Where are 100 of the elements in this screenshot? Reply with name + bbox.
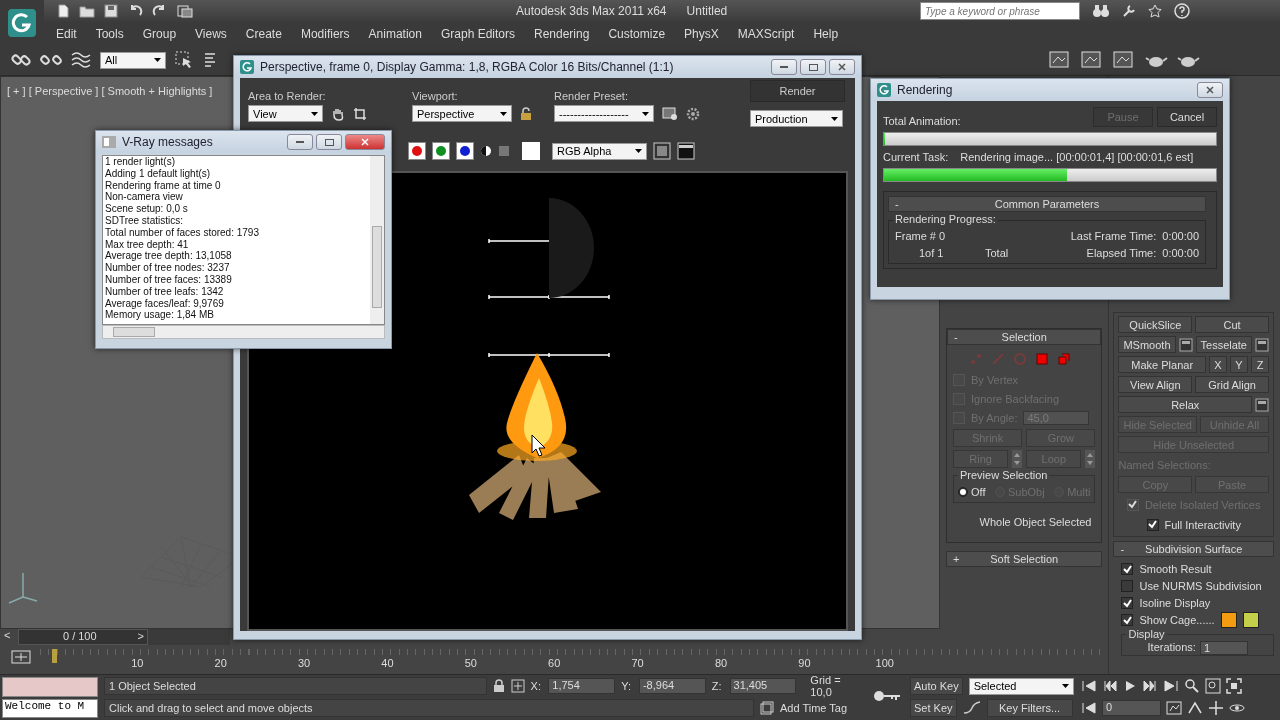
- previous-frame-icon[interactable]: [1102, 680, 1118, 692]
- color-swatch[interactable]: [522, 142, 540, 160]
- menu-item[interactable]: Rendering: [526, 26, 598, 41]
- channel-toggle-button[interactable]: [456, 142, 474, 160]
- folder-icon[interactable]: [79, 4, 95, 18]
- zoom-extents-icon[interactable]: [1226, 678, 1242, 694]
- menu-item[interactable]: Customize: [600, 26, 674, 41]
- menu-item[interactable]: Views: [187, 26, 235, 41]
- checkbox[interactable]: [1121, 597, 1134, 609]
- time-slider-thumb[interactable]: 0 / 100 >: [18, 629, 148, 645]
- rollout-header[interactable]: - Common Parameters: [888, 196, 1206, 212]
- go-to-end-icon[interactable]: [1163, 680, 1179, 692]
- menu-item[interactable]: PhysX: [676, 26, 727, 41]
- iterations-spinner[interactable]: 1: [1199, 641, 1248, 655]
- key-mode-dropdown[interactable]: Selected: [968, 677, 1074, 695]
- help-icon[interactable]: [1174, 3, 1190, 19]
- wave-icon[interactable]: [70, 49, 92, 71]
- viewport-label[interactable]: [ + ] [ Perspective ] [ Smooth + Highlights ]: [7, 85, 213, 97]
- search-field[interactable]: Type a keyword or phrase: [920, 2, 1080, 20]
- cursor-icon[interactable]: [174, 50, 194, 70]
- new-file-icon[interactable]: [56, 4, 70, 18]
- binoculars-icon[interactable]: [1092, 4, 1110, 18]
- time-config-icon[interactable]: [1166, 701, 1182, 715]
- minimize-button[interactable]: [771, 59, 797, 75]
- channel-toggle-button[interactable]: [408, 142, 426, 160]
- current-frame-field[interactable]: 0: [1102, 700, 1161, 716]
- key-mode-icon[interactable]: [10, 649, 32, 665]
- panel-button[interactable]: Grid Align: [1195, 376, 1269, 393]
- panel-button[interactable]: Cut: [1195, 316, 1269, 333]
- element-icon[interactable]: [1057, 352, 1071, 366]
- render-setup-icon[interactable]: [1048, 49, 1072, 71]
- padlock-icon[interactable]: [520, 106, 532, 121]
- menu-item[interactable]: Tools: [87, 26, 132, 41]
- render-button[interactable]: Render: [750, 80, 845, 102]
- vertical-scrollbar[interactable]: [370, 156, 384, 324]
- previous-frame-button[interactable]: <: [4, 629, 14, 645]
- panel-button[interactable]: View Align: [1118, 376, 1193, 393]
- time-slider-track[interactable]: 0 / 100 >: [18, 629, 230, 645]
- play-icon[interactable]: [1123, 680, 1137, 692]
- next-frame-icon[interactable]: [1142, 680, 1158, 692]
- radio-button[interactable]: [958, 487, 968, 497]
- channel-toggle-button[interactable]: [432, 142, 450, 160]
- project-folder-icon[interactable]: [177, 4, 193, 18]
- menu-item[interactable]: Modifiers: [292, 26, 358, 41]
- panel-button[interactable]: QuickSlice: [1118, 316, 1193, 333]
- render-setup-icon[interactable]: [1080, 49, 1104, 71]
- settings-box-icon[interactable]: [1255, 396, 1269, 413]
- star-icon[interactable]: [1148, 4, 1162, 18]
- close-button[interactable]: [829, 59, 855, 75]
- cancel-button[interactable]: Cancel: [1157, 107, 1217, 127]
- spinner-arrows-icon[interactable]: [1085, 450, 1096, 468]
- menu-item[interactable]: Help: [805, 26, 847, 41]
- rollout-header[interactable]: - Selection: [947, 329, 1102, 345]
- render-preset-dropdown[interactable]: -------------------: [554, 105, 654, 122]
- menu-item[interactable]: Edit: [48, 26, 85, 41]
- color-swatch[interactable]: [1220, 612, 1237, 628]
- maximize-button[interactable]: [316, 134, 342, 150]
- rollout-header[interactable]: - Subdivision Surface: [1113, 541, 1274, 557]
- time-tag-icon[interactable]: [760, 701, 774, 715]
- panel-button[interactable]: Y: [1230, 356, 1248, 373]
- settings-box-icon[interactable]: [1178, 336, 1193, 353]
- listener-field[interactable]: Welcome to M: [2, 698, 98, 718]
- horizontal-scrollbar[interactable]: [102, 325, 385, 339]
- panel-button[interactable]: X: [1209, 356, 1227, 373]
- field-of-view-icon[interactable]: [1187, 701, 1203, 715]
- render-mode-dropdown[interactable]: Production: [750, 110, 843, 127]
- save-icon[interactable]: [104, 4, 118, 18]
- coordinate-field[interactable]: -8,964: [638, 678, 706, 694]
- settings-box-icon[interactable]: [1255, 336, 1269, 353]
- lock-icon[interactable]: [492, 679, 505, 693]
- area-dropdown[interactable]: View: [248, 105, 323, 122]
- render-setup-icon[interactable]: [1112, 49, 1136, 71]
- key-filters-button[interactable]: Key Filters...: [986, 699, 1073, 717]
- key-icon[interactable]: [872, 689, 902, 703]
- tangent-icon[interactable]: [962, 701, 981, 715]
- crop-icon[interactable]: [353, 106, 367, 121]
- panel-button[interactable]: Relax: [1118, 396, 1252, 413]
- transform-mode-icon[interactable]: [510, 679, 525, 693]
- checkbox[interactable]: [1146, 518, 1159, 531]
- menu-item[interactable]: Animation: [360, 26, 430, 41]
- color-swatch[interactable]: [1242, 612, 1259, 628]
- wrench-icon[interactable]: [1122, 4, 1136, 18]
- menu-item[interactable]: MAXScript: [729, 26, 803, 41]
- close-button[interactable]: [1197, 82, 1223, 98]
- pan-icon[interactable]: [1208, 700, 1224, 716]
- set-key-button[interactable]: Set Key: [910, 699, 957, 717]
- panel-button[interactable]: Z: [1251, 356, 1269, 373]
- close-button[interactable]: [345, 134, 385, 150]
- checkbox[interactable]: [1121, 614, 1134, 626]
- spinner-arrows-icon[interactable]: [1012, 450, 1023, 468]
- panel-button[interactable]: MSmooth: [1118, 336, 1176, 353]
- half-circle-icon[interactable]: [480, 145, 492, 157]
- checkbox[interactable]: [1121, 580, 1134, 592]
- auto-key-button[interactable]: Auto Key: [910, 677, 963, 695]
- listener-field[interactable]: [2, 677, 98, 697]
- panel-button[interactable]: Make Planar: [1118, 356, 1206, 373]
- selection-filter-dropdown[interactable]: All: [100, 51, 166, 69]
- add-time-tag[interactable]: Add Time Tag: [780, 702, 848, 714]
- maximize-button[interactable]: [800, 59, 826, 75]
- menu-item[interactable]: Create: [237, 26, 290, 41]
